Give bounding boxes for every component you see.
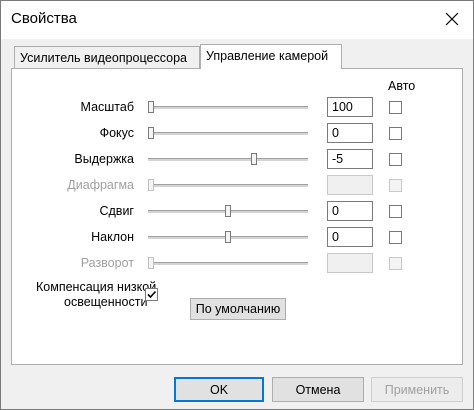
cancel-label: Отмена (295, 382, 341, 397)
iris-slider-track[interactable] (148, 184, 308, 188)
pan-label: Сдвиг (99, 204, 134, 218)
focus-label: Фокус (99, 126, 134, 140)
restore-defaults-button[interactable]: По умолчанию (190, 298, 286, 320)
ok-button[interactable]: OK (174, 377, 264, 402)
close-button[interactable] (441, 8, 463, 30)
focus-value-field[interactable]: 0 (327, 123, 373, 143)
tilt-slider-thumb[interactable] (225, 231, 231, 243)
tab-video-proc-amp[interactable]: Усилитель видеопроцессора (14, 46, 200, 68)
pan-auto-checkbox[interactable] (389, 205, 402, 218)
iris-value-field[interactable] (327, 175, 373, 195)
exposure-slider-thumb[interactable] (251, 153, 257, 165)
exposure-value-field[interactable]: -5 (327, 149, 373, 169)
ok-label: OK (209, 382, 229, 397)
restore-defaults-label: По умолчанию (195, 302, 281, 316)
window-title: Свойства (11, 10, 77, 27)
low-light-checkbox[interactable] (145, 288, 158, 301)
exposure-label: Выдержка (74, 152, 134, 166)
focus-slider-thumb[interactable] (148, 127, 154, 139)
low-light-label-line2: освещенности (64, 295, 148, 309)
exposure-auto-checkbox[interactable] (389, 153, 402, 166)
zoom-slider-thumb[interactable] (148, 101, 154, 113)
focus-auto-checkbox[interactable] (389, 127, 402, 140)
roll-label: Разворот (80, 256, 134, 270)
zoom-auto-checkbox[interactable] (389, 101, 402, 114)
iris-label: Диафрагма (67, 178, 134, 192)
auto-header: Авто (388, 79, 416, 93)
properties-dialog: Свойства Усилитель видеопроцессора Управ… (0, 0, 474, 410)
apply-button[interactable]: Применить (371, 377, 463, 402)
zoom-label: Масштаб (80, 100, 134, 114)
tab-label: Усилитель видеопроцессора (20, 51, 187, 65)
roll-auto-checkbox[interactable] (389, 257, 402, 270)
roll-slider-thumb[interactable] (148, 257, 154, 269)
zoom-value-field[interactable]: 100 (327, 97, 373, 117)
close-icon (445, 12, 459, 26)
tab-camera-control[interactable]: Управление камерой (200, 44, 342, 69)
tilt-label: Наклон (91, 230, 134, 244)
checkmark-icon (147, 290, 157, 299)
roll-value-field[interactable] (327, 253, 373, 273)
low-light-label-line1: Компенсация низкой (36, 280, 157, 294)
title-bar: Свойства (1, 1, 473, 39)
tab-panel: Авто Масштаб 100 Фокус 0 Выдержка -5 Диафрагма… (11, 68, 463, 365)
tab-label: Управление камерой (206, 49, 329, 63)
tilt-value-field[interactable]: 0 (327, 227, 373, 247)
exposure-slider-track[interactable] (148, 158, 308, 162)
focus-slider-track[interactable] (148, 132, 308, 136)
pan-slider-thumb[interactable] (225, 205, 231, 217)
zoom-slider-track[interactable] (148, 106, 308, 110)
apply-label: Применить (384, 382, 450, 397)
roll-slider-track[interactable] (148, 262, 308, 266)
iris-slider-thumb[interactable] (148, 179, 154, 191)
tilt-auto-checkbox[interactable] (389, 231, 402, 244)
cancel-button[interactable]: Отмена (272, 377, 364, 402)
iris-auto-checkbox[interactable] (389, 179, 402, 192)
pan-value-field[interactable]: 0 (327, 201, 373, 221)
